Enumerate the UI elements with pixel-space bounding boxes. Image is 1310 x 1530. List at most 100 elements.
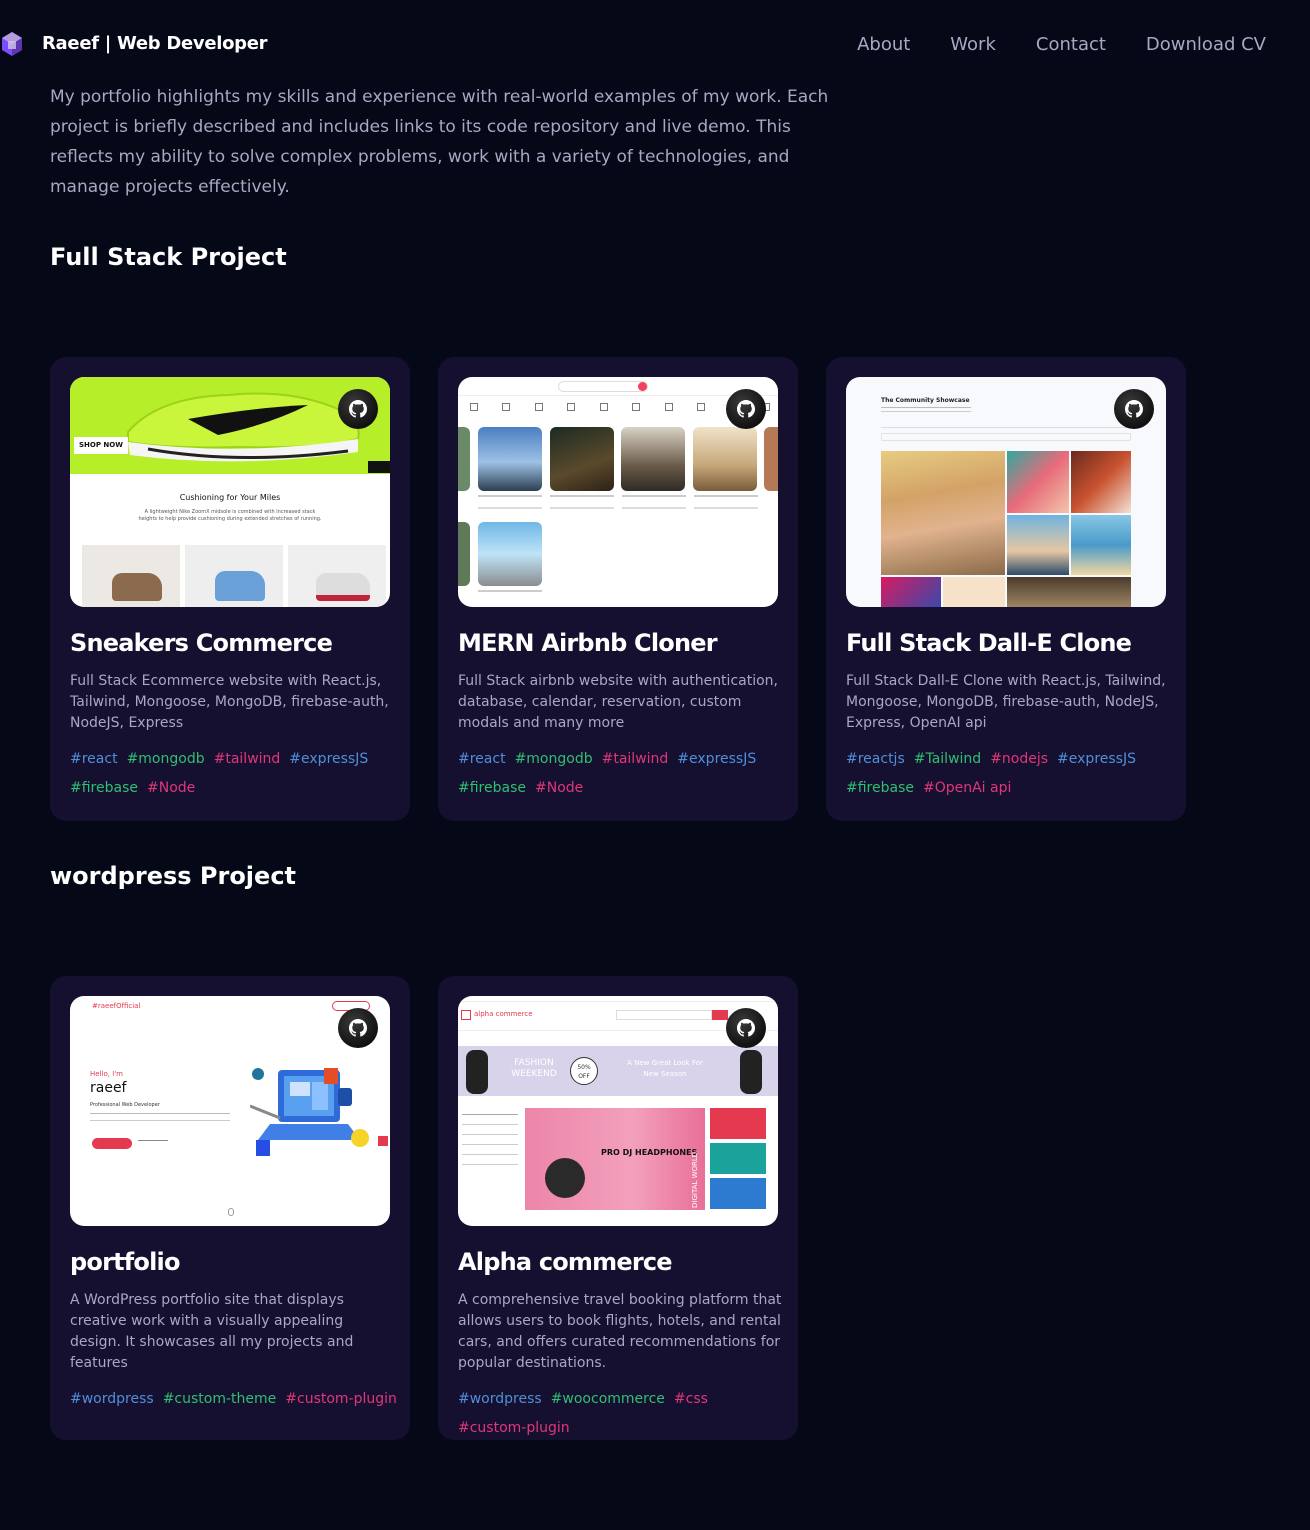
intro-paragraph: My portfolio highlights my skills and ex… xyxy=(50,87,829,197)
side-banner-text: DIGITAL WORLD xyxy=(691,1151,699,1208)
store-logo: alpha commerce xyxy=(474,1010,533,1018)
github-icon xyxy=(737,1019,755,1037)
discount-badge: 50% OFF xyxy=(570,1057,598,1085)
product-tile xyxy=(288,545,386,607)
listing-image xyxy=(764,427,778,491)
listing-image xyxy=(621,427,685,491)
store-search xyxy=(616,1010,712,1020)
site-logo: #raeefOfficial xyxy=(92,1002,141,1010)
project-title: Alpha commerce xyxy=(458,1248,673,1276)
project-tags: #reactjs #Tailwind #nodejs #expressJS #f… xyxy=(846,749,1176,799)
thumb-heading: Cushioning for Your Miles xyxy=(179,493,281,502)
project-tags: #react #mongodb #tailwind #expressJS #fi… xyxy=(70,749,400,799)
thumb-heading: The Community Showcase xyxy=(881,397,970,404)
project-thumbnail[interactable]: #raeefOfficial Hello, I'm raeef Professi… xyxy=(70,996,390,1226)
category-list xyxy=(462,1114,518,1194)
tag: #expressJS xyxy=(1057,751,1136,767)
gallery-image xyxy=(1007,515,1069,575)
tag: #tailwind xyxy=(601,751,669,767)
logo-icon[interactable] xyxy=(0,30,24,58)
top-bar xyxy=(458,996,778,1002)
listing-caption xyxy=(478,590,542,600)
project-title: Sneakers Commerce xyxy=(70,629,333,657)
tag: #react xyxy=(458,751,506,767)
project-tags: #react #mongodb #tailwind #expressJS #fi… xyxy=(458,749,788,799)
project-title: MERN Airbnb Cloner xyxy=(458,629,718,657)
tag: #firebase xyxy=(846,780,914,796)
project-card-alpha-commerce[interactable]: alpha commerce FASHION WEEKEND 50% OFF A… xyxy=(438,976,798,1440)
github-icon xyxy=(1125,400,1143,418)
tag: #mongodb xyxy=(126,751,205,767)
tag: #expressJS xyxy=(289,751,369,767)
sneaker-image xyxy=(127,392,360,462)
model-figure xyxy=(466,1050,488,1094)
gallery-image xyxy=(1071,515,1131,575)
github-link-button[interactable] xyxy=(1114,389,1154,429)
hero-banner-title: PRO DJ HEADPHONES xyxy=(601,1148,698,1157)
project-thumbnail[interactable] xyxy=(458,377,778,607)
gallery-image xyxy=(943,577,1005,607)
tag: #Tailwind xyxy=(913,751,982,767)
tag: #firebase xyxy=(458,780,526,796)
project-thumbnail[interactable]: The Community Showcase xyxy=(846,377,1166,607)
nav-link-work[interactable]: Work xyxy=(950,34,996,55)
tag: #wordpress xyxy=(458,1391,542,1407)
gallery-image xyxy=(1007,577,1131,607)
github-link-button[interactable] xyxy=(338,1008,378,1048)
product-tile xyxy=(185,545,283,607)
scroll-indicator xyxy=(228,1208,234,1216)
listing-image xyxy=(478,522,542,586)
listing-image xyxy=(693,427,757,491)
nav-link-contact[interactable]: Contact xyxy=(1036,34,1106,55)
project-tags: #wordpress #custom-theme #custom-plugin xyxy=(70,1389,400,1410)
tag: #custom-theme xyxy=(162,1391,277,1407)
tag: #css xyxy=(673,1391,708,1407)
side-promo xyxy=(710,1143,766,1174)
listing-image xyxy=(458,427,470,491)
shop-now-label: SHOP NOW xyxy=(74,437,128,454)
project-thumbnail[interactable]: SHOP NOW Cushioning for Your Miles A lig… xyxy=(70,377,390,607)
navbar: Raeef | Web Developer About Work Contact… xyxy=(0,0,1310,90)
project-description: Full Stack airbnb website with authentic… xyxy=(458,673,778,731)
project-card-full-stack-dall-e-clone[interactable]: The Community Showcase Full Stack Dall-E… xyxy=(826,357,1186,821)
laptop-illustration xyxy=(250,1068,369,1156)
gallery-image xyxy=(1071,451,1131,513)
project-description: A comprehensive travel booking platform … xyxy=(458,1292,782,1371)
search-field xyxy=(881,433,1131,441)
brand-name[interactable]: Raeef | Web Developer xyxy=(42,33,268,54)
hero-role: Professional Web Developer xyxy=(90,1102,160,1108)
project-description: Full Stack Dall-E Clone with React.js, T… xyxy=(846,673,1166,731)
github-link-button[interactable] xyxy=(726,389,766,429)
project-card-portfolio[interactable]: #raeefOfficial Hello, I'm raeef Professi… xyxy=(50,976,410,1440)
tag: #wordpress xyxy=(70,1391,154,1407)
listing-image xyxy=(458,522,470,586)
github-icon xyxy=(737,400,755,418)
tag: #custom-plugin xyxy=(458,1420,570,1436)
github-icon xyxy=(349,400,367,418)
model-figure xyxy=(740,1050,762,1094)
github-link-button[interactable] xyxy=(338,389,378,429)
project-card-sneakers-commerce[interactable]: SHOP NOW Cushioning for Your Miles A lig… xyxy=(50,357,410,821)
search-bar xyxy=(558,381,648,392)
product-tile xyxy=(82,545,180,607)
project-thumbnail[interactable]: alpha commerce FASHION WEEKEND 50% OFF A… xyxy=(458,996,778,1226)
category-icons-row xyxy=(470,403,770,415)
banner-text: FASHION WEEKEND xyxy=(511,1058,557,1079)
project-description: A WordPress portfolio site that displays… xyxy=(70,1292,354,1371)
side-promo xyxy=(710,1108,766,1139)
cta-button xyxy=(92,1138,132,1149)
github-link-button[interactable] xyxy=(726,1008,766,1048)
project-title: Full Stack Dall-E Clone xyxy=(846,629,1132,657)
tag: #firebase xyxy=(70,780,138,796)
tag: #react xyxy=(70,751,118,767)
listing-captions xyxy=(478,495,758,515)
hero-name: raeef xyxy=(90,1080,127,1096)
nav-link-download-cv[interactable]: Download CV xyxy=(1146,34,1266,55)
project-card-mern-airbnb-cloner[interactable]: MERN Airbnb Cloner Full Stack airbnb web… xyxy=(438,357,798,821)
banner-tagline: A New Great Look For New Season xyxy=(627,1059,703,1078)
tag: #mongodb xyxy=(514,751,593,767)
nav-link-about[interactable]: About xyxy=(857,34,910,55)
hero-greeting: Hello, I'm xyxy=(90,1070,124,1078)
tag: #reactjs xyxy=(846,751,905,767)
project-description: Full Stack Ecommerce website with React.… xyxy=(70,673,389,731)
